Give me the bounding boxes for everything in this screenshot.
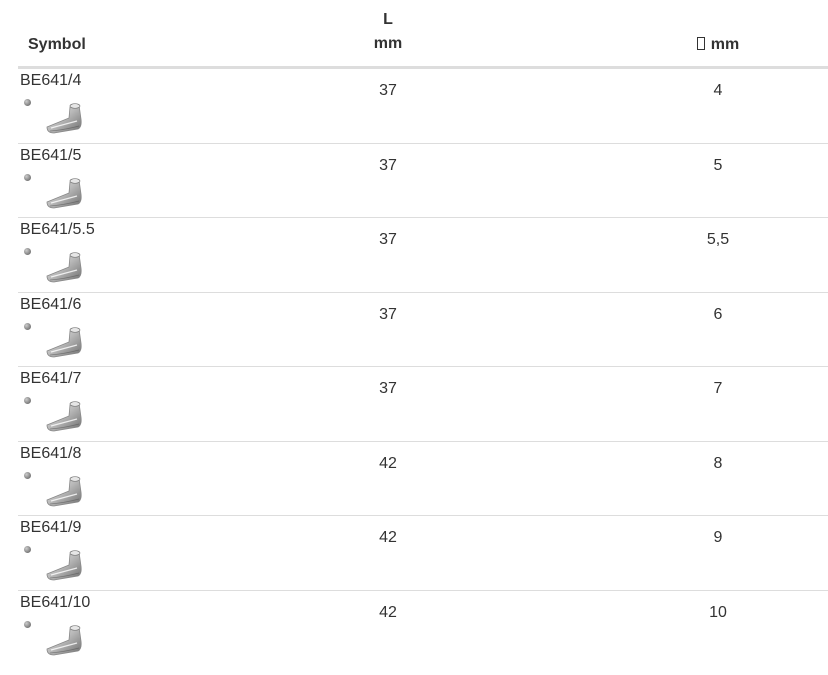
socket-thumbnail-icon[interactable] xyxy=(44,395,86,433)
diameter-value: 5,5 xyxy=(706,231,730,248)
header-length-unit: mm xyxy=(373,35,403,52)
table-body: BE641/4 37 4 BE641/5 37 5 BE641/5.5 37 5… xyxy=(18,69,828,664)
socket-thumbnail-icon[interactable] xyxy=(44,246,86,284)
table-row: BE641/10 42 10 xyxy=(18,591,828,665)
length-value: 37 xyxy=(379,305,397,323)
header-length: L mm xyxy=(368,8,408,56)
socket-thumbnail-icon[interactable] xyxy=(44,619,86,657)
table-row: BE641/6 37 6 xyxy=(18,293,828,367)
symbol-link[interactable]: BE641/8 xyxy=(20,445,81,463)
product-table: Symbol L mm mm BE641/4 37 4 BE641/5 37 5… xyxy=(18,0,828,664)
product-bullet-icon xyxy=(24,471,31,479)
symbol-link[interactable]: BE641/5.5 xyxy=(20,221,95,239)
missing-glyph-box-icon xyxy=(696,37,705,50)
symbol-link[interactable]: BE641/10 xyxy=(20,594,90,612)
length-value: 37 xyxy=(379,82,397,99)
table-row: BE641/4 37 4 xyxy=(18,69,828,144)
symbol-link[interactable]: BE641/4 xyxy=(20,72,81,90)
table-row: BE641/8 42 8 xyxy=(18,442,828,516)
diameter-value: 6 xyxy=(713,305,723,323)
header-diameter: mm xyxy=(678,33,758,57)
table-row: BE641/7 37 7 xyxy=(18,367,828,442)
length-value: 42 xyxy=(379,603,397,621)
diameter-value: 5 xyxy=(713,156,723,174)
table-row: BE641/5.5 37 5,5 xyxy=(18,218,828,293)
symbol-link[interactable]: BE641/9 xyxy=(20,519,81,537)
product-bullet-icon xyxy=(24,322,31,330)
product-bullet-icon xyxy=(24,173,31,181)
socket-thumbnail-icon[interactable] xyxy=(44,97,86,135)
header-symbol: Symbol xyxy=(28,36,86,53)
diameter-value: 7 xyxy=(713,380,723,397)
diameter-value: 9 xyxy=(713,529,723,546)
length-value: 42 xyxy=(379,454,397,472)
diameter-value: 4 xyxy=(713,82,723,99)
symbol-link[interactable]: BE641/7 xyxy=(20,370,81,388)
table-header: Symbol L mm mm xyxy=(18,0,828,69)
length-value: 37 xyxy=(379,231,397,248)
symbol-link[interactable]: BE641/6 xyxy=(20,296,81,314)
header-length-label: L xyxy=(383,11,393,28)
product-bullet-icon xyxy=(24,546,31,553)
socket-thumbnail-icon[interactable] xyxy=(44,172,86,210)
product-bullet-icon xyxy=(24,397,31,404)
diameter-value: 10 xyxy=(709,603,727,621)
header-diameter-unit: mm xyxy=(710,36,740,53)
symbol-link[interactable]: BE641/5 xyxy=(20,147,81,165)
table-row: BE641/9 42 9 xyxy=(18,516,828,591)
socket-thumbnail-icon[interactable] xyxy=(44,470,86,508)
length-value: 42 xyxy=(379,529,397,546)
socket-thumbnail-icon[interactable] xyxy=(44,544,86,582)
socket-thumbnail-icon[interactable] xyxy=(44,321,86,359)
product-bullet-icon xyxy=(24,99,31,106)
product-bullet-icon xyxy=(24,248,31,255)
length-value: 37 xyxy=(379,380,397,397)
length-value: 37 xyxy=(379,156,397,174)
diameter-value: 8 xyxy=(713,454,723,472)
product-bullet-icon xyxy=(24,620,31,628)
table-row: BE641/5 37 5 xyxy=(18,144,828,218)
